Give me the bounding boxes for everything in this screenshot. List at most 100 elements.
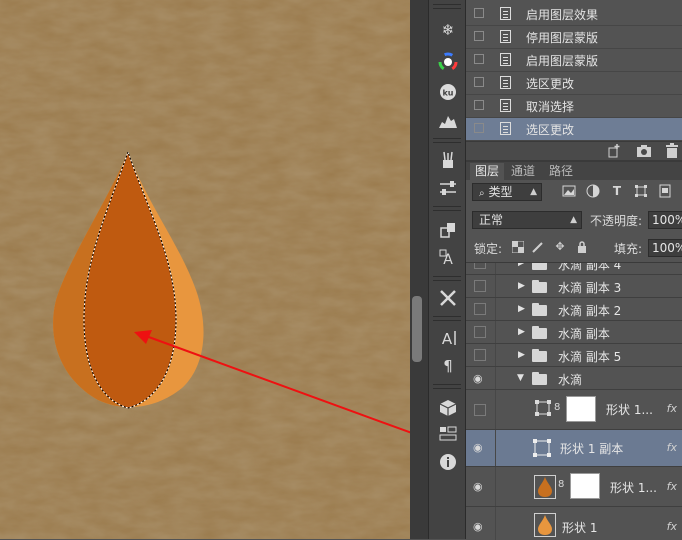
brush-presets-icon[interactable]: [438, 150, 458, 170]
layer-row-shape[interactable]: 8 形状 1... fx: [466, 390, 682, 430]
layer-name: 水滴 副本: [558, 327, 610, 341]
layer-mask-thumbnail[interactable]: [566, 396, 596, 422]
paragraph-icon[interactable]: ¶: [438, 356, 458, 376]
opacity-label: 不透明度:: [590, 214, 643, 228]
history-snapshot-checkbox[interactable]: [474, 77, 484, 87]
character-styles-icon[interactable]: A: [438, 248, 458, 268]
history-item[interactable]: 启用图层蒙版: [466, 49, 682, 72]
column-divider: [495, 321, 496, 343]
tab-paths[interactable]: 路径: [544, 163, 578, 180]
link-icon[interactable]: 8: [554, 402, 560, 413]
layer-effects-icon[interactable]: fx: [667, 480, 677, 493]
history-footer: [466, 141, 682, 161]
trash-icon[interactable]: [664, 143, 680, 159]
layer-row-shape[interactable]: ◉ 8 形状 1... fx: [466, 467, 682, 507]
group-expanded-triangle-icon[interactable]: ▼: [517, 373, 524, 383]
character-icon[interactable]: A: [438, 328, 458, 348]
layer-row-group[interactable]: ▶ 水滴 副本 4: [466, 263, 682, 275]
3d-icon[interactable]: [438, 398, 458, 418]
tools-icon[interactable]: [438, 288, 458, 308]
new-document-from-state-icon[interactable]: [606, 143, 622, 159]
canvas-scrollbar-thumb[interactable]: [412, 296, 422, 362]
fill-input[interactable]: 100%: [648, 239, 682, 257]
layer-effects-icon[interactable]: fx: [667, 402, 677, 415]
info-icon[interactable]: [438, 452, 458, 472]
history-snapshot-checkbox[interactable]: [474, 8, 484, 18]
shape-color-thumbnail[interactable]: [534, 475, 556, 499]
layer-name: 水滴 副本 3: [558, 281, 622, 295]
layer-mask-thumbnail[interactable]: [570, 473, 600, 499]
layer-visibility-toggle[interactable]: [474, 404, 486, 416]
link-icon[interactable]: 8: [558, 479, 564, 490]
group-collapsed-triangle-icon[interactable]: ▶: [518, 327, 525, 337]
column-divider: [495, 263, 496, 274]
eye-icon[interactable]: ◉: [473, 481, 487, 492]
layer-visibility-toggle[interactable]: [474, 263, 486, 269]
dock-separator: [433, 4, 461, 5]
layer-name: 形状 1: [562, 521, 598, 535]
layer-row-shape-selected[interactable]: ◉ 形状 1 副本 fx: [466, 430, 682, 467]
smart-object-filter-icon[interactable]: [658, 184, 672, 198]
adjustment-layer-filter-icon[interactable]: [586, 184, 600, 198]
tab-layers[interactable]: 图层: [470, 163, 505, 180]
shape-layer-filter-icon[interactable]: [634, 184, 648, 198]
lock-image-pixels-icon[interactable]: [532, 241, 544, 253]
eye-icon[interactable]: ◉: [473, 373, 487, 384]
dock-separator: [433, 206, 461, 207]
group-collapsed-triangle-icon[interactable]: ▶: [518, 304, 525, 314]
history-snapshot-checkbox[interactable]: [474, 100, 484, 110]
lock-transparent-pixels-icon[interactable]: [511, 240, 525, 254]
snowflake-icon[interactable]: ❄: [438, 20, 458, 40]
folder-icon: [532, 326, 547, 339]
histogram-icon[interactable]: [438, 110, 458, 130]
clone-source-icon[interactable]: [438, 220, 458, 240]
document-canvas[interactable]: [0, 0, 410, 539]
lock-all-icon[interactable]: [576, 241, 588, 253]
history-item[interactable]: 选区更改: [466, 72, 682, 95]
column-divider: [495, 430, 496, 466]
layer-row-group-expanded[interactable]: ◉ ▼ 水滴: [466, 367, 682, 390]
group-collapsed-triangle-icon[interactable]: ▶: [518, 350, 525, 360]
history-item[interactable]: 停用图层蒙版: [466, 26, 682, 49]
eye-icon[interactable]: ◉: [473, 521, 487, 532]
color-wheel-icon[interactable]: [438, 52, 458, 72]
layer-comps-icon[interactable]: [438, 424, 458, 444]
column-divider: [495, 275, 496, 297]
shape-color-thumbnail[interactable]: [534, 513, 556, 537]
layer-effects-icon[interactable]: fx: [667, 520, 677, 533]
history-item-label: 启用图层效果: [526, 8, 599, 22]
canvas-scrollbar-track[interactable]: [410, 0, 428, 539]
adjustments-icon[interactable]: [438, 178, 458, 198]
history-snapshot-checkbox[interactable]: [474, 123, 484, 133]
blend-mode-value: 正常: [479, 213, 504, 227]
blend-mode-dropdown[interactable]: 正常 ▲: [472, 211, 582, 229]
history-item[interactable]: 启用图层效果: [466, 3, 682, 26]
type-layer-filter-icon[interactable]: T: [610, 184, 624, 198]
layer-filter-dropdown[interactable]: ⌕ 类型 ▲: [472, 183, 542, 201]
layer-row-group[interactable]: ▶ 水滴 副本 5: [466, 344, 682, 367]
opacity-input[interactable]: 100%: [648, 211, 682, 229]
tab-channels[interactable]: 通道: [506, 163, 540, 180]
ku-icon[interactable]: ku: [438, 82, 458, 102]
layer-row-group[interactable]: ▶ 水滴 副本: [466, 321, 682, 344]
layer-row-shape[interactable]: ◉ 形状 1 fx: [466, 507, 682, 540]
history-item-selected[interactable]: 选区更改: [466, 118, 682, 141]
updown-arrows-icon: ▲: [530, 187, 537, 197]
eye-icon[interactable]: ◉: [473, 442, 487, 453]
layer-visibility-toggle[interactable]: [474, 349, 486, 361]
layer-row-group[interactable]: ▶ 水滴 副本 2: [466, 298, 682, 321]
layer-visibility-toggle[interactable]: [474, 280, 486, 292]
pixel-layer-filter-icon[interactable]: [562, 184, 576, 198]
group-collapsed-triangle-icon[interactable]: ▶: [518, 281, 525, 291]
svg-text:ku: ku: [442, 89, 453, 98]
layer-visibility-toggle[interactable]: [474, 326, 486, 338]
history-snapshot-checkbox[interactable]: [474, 54, 484, 64]
layer-row-group[interactable]: ▶ 水滴 副本 3: [466, 275, 682, 298]
camera-icon[interactable]: [636, 143, 652, 159]
group-collapsed-triangle-icon[interactable]: ▶: [518, 263, 525, 268]
layer-effects-icon[interactable]: fx: [667, 441, 677, 454]
layer-visibility-toggle[interactable]: [474, 303, 486, 315]
history-item[interactable]: 取消选择: [466, 95, 682, 118]
lock-position-icon[interactable]: ✥: [554, 241, 566, 253]
history-snapshot-checkbox[interactable]: [474, 31, 484, 41]
